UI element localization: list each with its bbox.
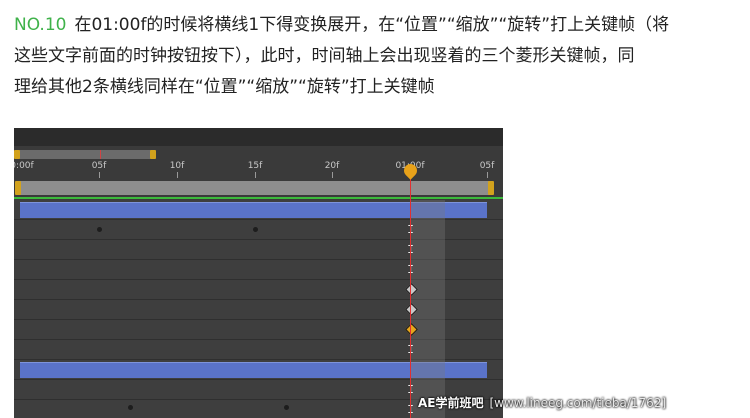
playhead-line xyxy=(410,168,411,418)
instruction-text: NO.10 在01:00f的时候将横线1下得变换展开，在“位置”“缩放”“旋转”打… xyxy=(14,10,744,103)
work-area-end-handle[interactable] xyxy=(488,181,494,195)
watermark-url: [www.lineeg.com/tieba/1762] xyxy=(489,396,667,410)
time-navigator-end-handle[interactable] xyxy=(150,150,156,159)
tick-label: 15f xyxy=(247,161,263,171)
timeline-panel: 0:00f 05f 10f 15f 20f 01:00f 05f I I I I… xyxy=(14,128,503,418)
marker-dot xyxy=(97,227,102,232)
time-navigator-bar[interactable] xyxy=(16,150,156,159)
marker-dot xyxy=(253,227,258,232)
time-navigator-start-handle[interactable] xyxy=(14,150,20,159)
tick-label: 05f xyxy=(479,161,495,171)
tick-mark xyxy=(177,172,178,178)
instruction-line-3: 理给其他2条横线同样在“位置”“缩放”“旋转”打上关键帧 xyxy=(14,77,435,97)
timeline-header xyxy=(14,128,503,146)
tick-label: 20f xyxy=(324,161,340,171)
instruction-line-1: NO.10 在01:00f的时候将横线1下得变换展开，在“位置”“缩放”“旋转”打… xyxy=(14,10,744,41)
marker-dot xyxy=(128,405,133,410)
work-area-bar[interactable] xyxy=(17,181,493,195)
tick-label: 0:00f xyxy=(14,161,34,171)
instruction-line-1-text: 在01:00f的时候将横线1下得变换展开，在“位置”“缩放”“旋转”打上关键帧（… xyxy=(74,15,670,35)
tick-mark xyxy=(99,172,100,178)
tick-label: 10f xyxy=(169,161,185,171)
navigator-current-marker xyxy=(100,150,101,159)
work-area-start-handle[interactable] xyxy=(15,181,21,195)
tick-label: 05f xyxy=(91,161,107,171)
render-range-line xyxy=(14,197,503,199)
tick-mark xyxy=(487,172,488,178)
watermark-brand: AE学前班吧 xyxy=(418,396,484,410)
step-number: NO.10 xyxy=(14,15,67,35)
tick-mark xyxy=(255,172,256,178)
instruction-line-2: 这些文字前面的时钟按钮按下），此时，时间轴上会出现竖着的三个菱形关键帧，同 xyxy=(14,46,635,66)
marker-dot xyxy=(284,405,289,410)
watermark: AE学前班吧 [www.lineeg.com/tieba/1762] xyxy=(418,394,666,411)
tick-mark xyxy=(332,172,333,178)
